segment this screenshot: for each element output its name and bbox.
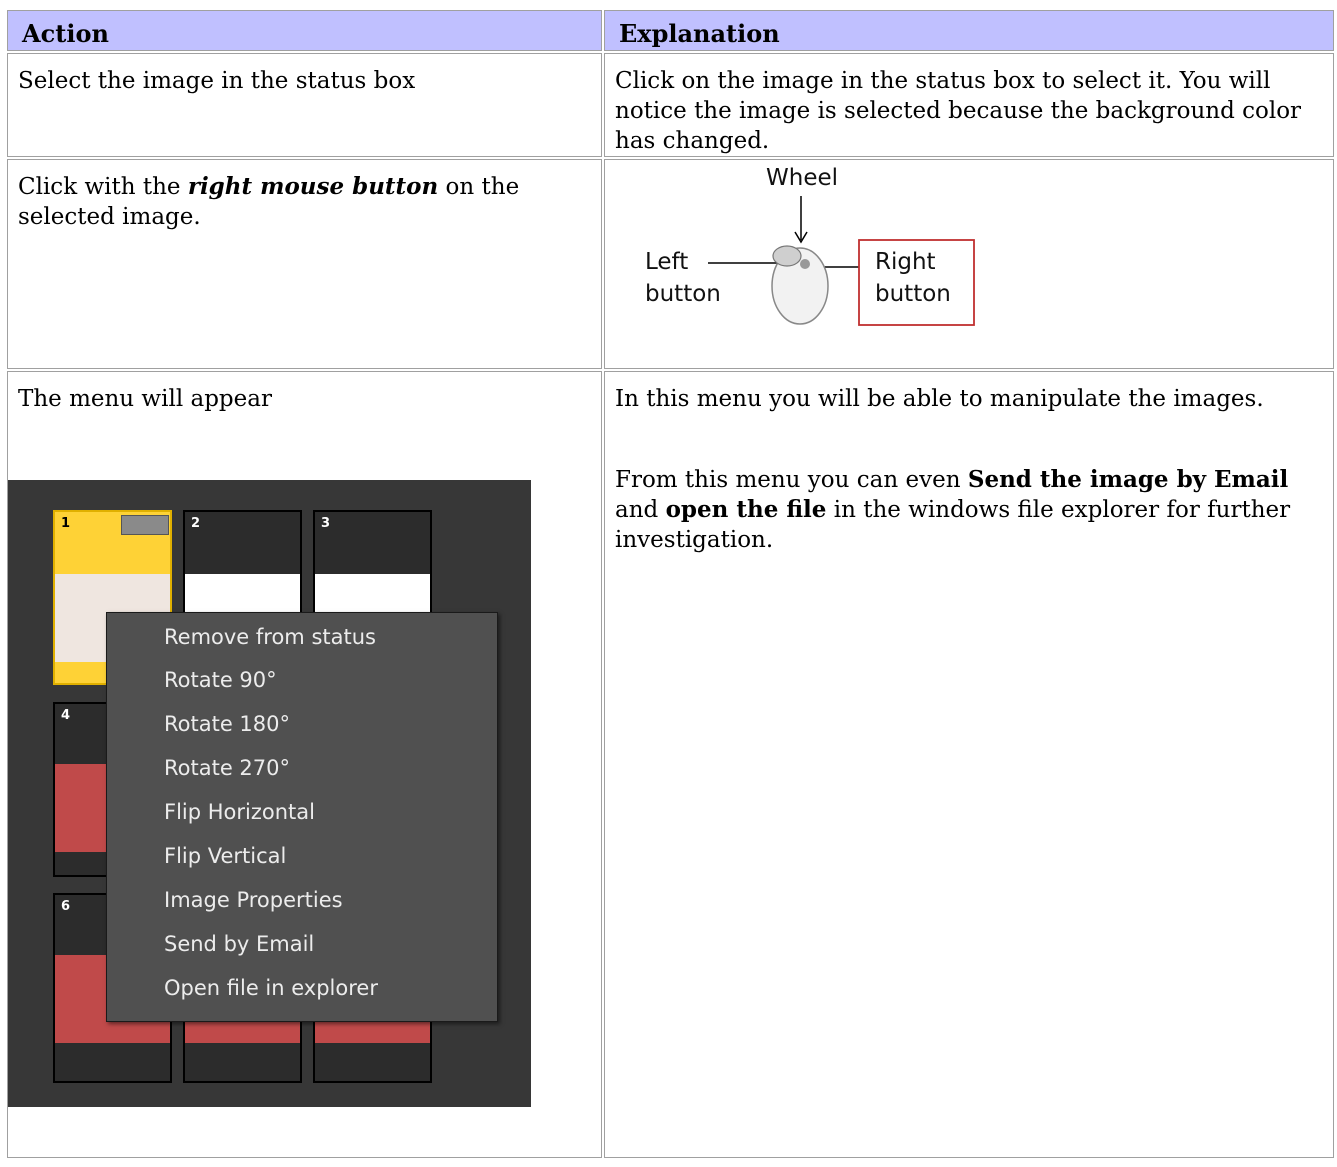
row1-action-text: Select the image in the status box (18, 68, 416, 94)
menu-item-rotate-180[interactable]: Rotate 180° (164, 712, 290, 736)
explanation-2-mid: and (615, 497, 666, 523)
row3-explanation-1: In this menu you will be able to manipul… (615, 386, 1264, 412)
header-action: Action (7, 10, 602, 51)
left-label-2: button (645, 281, 721, 307)
send-image-by-email-emphasis: Send the image by Email (967, 466, 1289, 493)
menu-item-flip-horizontal[interactable]: Flip Horizontal (164, 800, 315, 824)
menu-item-rotate-90[interactable]: Rotate 90° (164, 668, 277, 692)
context-menu: Remove from status Rotate 90° Rotate 180… (106, 612, 498, 1022)
mouse-diagram: Wheel Left button Right button (635, 160, 995, 340)
arrows-icon (121, 515, 169, 535)
menu-item-flip-vertical[interactable]: Flip Vertical (164, 844, 286, 868)
right-label-1: Right (875, 249, 936, 275)
menu-item-open-file-in-explorer[interactable]: Open file in explorer (164, 976, 378, 1000)
right-mouse-button-emphasis: right mouse button (187, 173, 439, 200)
row2-action-text: Click with the right mouse button on the… (8, 160, 601, 232)
thumbnail-number: 3 (321, 516, 331, 531)
row3-action-cell: The menu will appear 1 2 3 4 6 Remove fr… (7, 371, 602, 1158)
thumbnail-number: 1 (61, 516, 71, 531)
row1-explanation-text: Click on the image in the status box to … (615, 68, 1302, 154)
row3-explanation-cell: In this menu you will be able to manipul… (604, 371, 1334, 1158)
thumbnail-number: 6 (61, 899, 71, 914)
menu-item-send-by-email[interactable]: Send by Email (164, 932, 314, 956)
row2-action-cell: Click with the right mouse button on the… (7, 159, 602, 369)
row3-action-text: The menu will appear (18, 386, 272, 412)
row1-action-cell: Select the image in the status box (7, 53, 602, 157)
status-box-screenshot: 1 2 3 4 6 Remove from status Rotate 90° … (8, 480, 531, 1107)
menu-item-image-properties[interactable]: Image Properties (164, 888, 343, 912)
thumbnail-number: 2 (191, 516, 201, 531)
header-explanation: Explanation (604, 10, 1334, 51)
explanation-2-pre: From this menu you can even (615, 467, 968, 493)
row2-action-pre: Click with the (18, 174, 188, 200)
wheel-label: Wheel (766, 165, 839, 191)
row1-explanation-cell: Click on the image in the status box to … (604, 53, 1334, 157)
row3-explanation-2: From this menu you can even Send the ima… (605, 414, 1333, 555)
row2-explanation-cell: Wheel Left button Right button (604, 159, 1334, 369)
left-label-1: Left (645, 249, 689, 275)
menu-item-rotate-270[interactable]: Rotate 270° (164, 756, 290, 780)
menu-item-remove-from-status[interactable]: Remove from status (164, 625, 376, 649)
right-label-2: button (875, 281, 951, 307)
thumbnail-number: 4 (61, 708, 71, 723)
help-table: Action Explanation Select the image in t… (5, 8, 1336, 1160)
open-the-file-emphasis: open the file (665, 496, 827, 523)
